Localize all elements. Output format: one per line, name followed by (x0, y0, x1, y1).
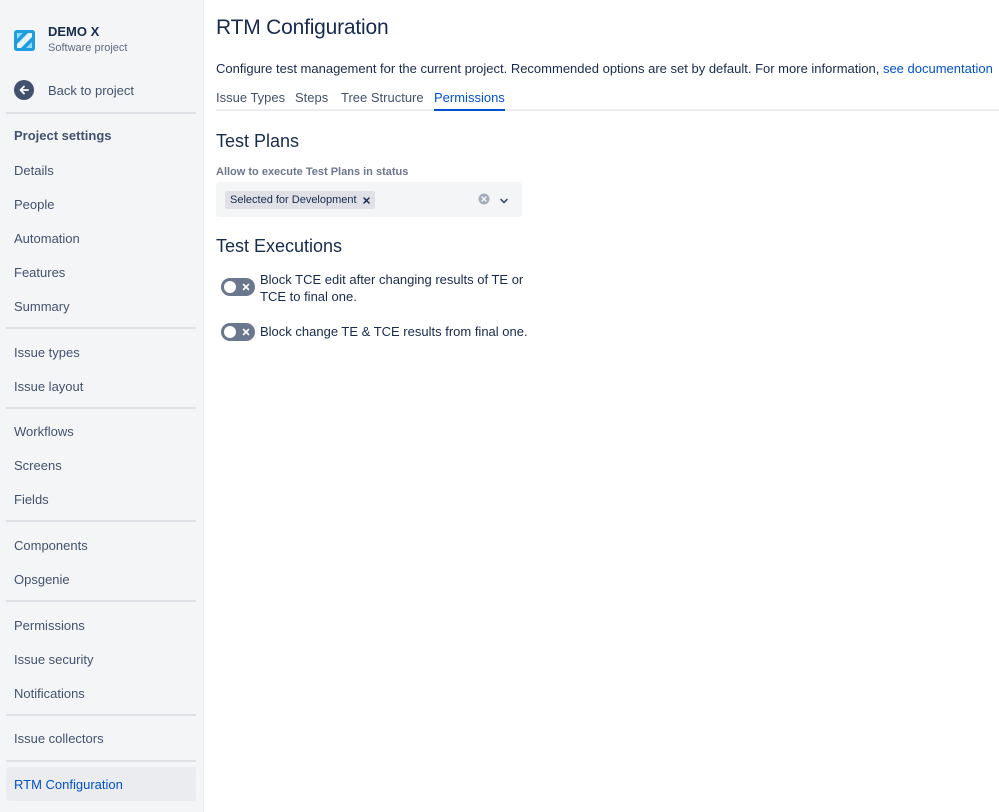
sidebar-item-rtm-configuration[interactable]: RTM Configuration (6, 767, 196, 801)
sidebar: DEMO X Software project Back to project … (0, 0, 204, 812)
sidebar-item-summary[interactable]: Summary (6, 289, 196, 323)
toggle-knob (224, 326, 236, 338)
tab-tree-structure[interactable]: Tree Structure (341, 90, 424, 109)
close-icon (242, 283, 250, 291)
sidebar-divider (6, 407, 196, 409)
sidebar-item-issue-security[interactable]: Issue security (6, 642, 196, 676)
sidebar-item-issue-layout[interactable]: Issue layout (6, 369, 196, 403)
sidebar-item-automation[interactable]: Automation (6, 221, 196, 255)
page-description: Configure test management for the curren… (216, 61, 993, 76)
sidebar-divider (6, 327, 196, 329)
sidebar-divider (6, 112, 196, 114)
toggle-row-block-results-change: Block change TE & TCE results from final… (221, 323, 560, 341)
selected-status-tag: Selected for Development (225, 191, 375, 209)
block-results-change-label: Block change TE & TCE results from final… (260, 324, 528, 339)
selected-status-tag-label: Selected for Development (230, 194, 357, 206)
close-icon (242, 328, 250, 336)
sidebar-item-opsgenie[interactable]: Opsgenie (6, 562, 196, 596)
sidebar-item-notifications[interactable]: Notifications (6, 676, 196, 710)
back-to-project-label: Back to project (48, 82, 134, 98)
sidebar-item-details[interactable]: Details (6, 153, 196, 187)
tab-bar: Issue Types Steps Tree Structure Permiss… (216, 88, 999, 111)
sidebar-item-features[interactable]: Features (6, 255, 196, 289)
project-logo-icon (14, 30, 35, 51)
sidebar-item-people[interactable]: People (6, 187, 196, 221)
test-plans-status-label: Allow to execute Test Plans in status (216, 166, 409, 178)
tab-permissions[interactable]: Permissions (434, 90, 505, 111)
block-tce-edit-toggle[interactable] (221, 278, 255, 296)
sidebar-divider (6, 600, 196, 602)
page-title: RTM Configuration (216, 16, 389, 39)
back-to-project-link[interactable]: Back to project (14, 80, 134, 100)
block-tce-edit-label: Block TCE edit after changing results of… (260, 272, 524, 304)
sidebar-divider (6, 760, 196, 762)
test-executions-heading: Test Executions (216, 236, 343, 256)
tab-steps[interactable]: Steps (295, 90, 328, 109)
project-header: DEMO X Software project (14, 24, 127, 56)
sidebar-item-permissions[interactable]: Permissions (6, 608, 196, 642)
sidebar-item-workflows[interactable]: Workflows (6, 414, 196, 448)
sidebar-item-issue-collectors[interactable]: Issue collectors (6, 721, 196, 755)
block-results-change-toggle[interactable] (221, 323, 255, 341)
toggle-row-block-tce-edit: Block TCE edit after changing results of… (221, 271, 525, 305)
test-plans-status-select[interactable]: Selected for Development (216, 182, 522, 217)
sidebar-item-screens[interactable]: Screens (6, 448, 196, 482)
tab-issue-types[interactable]: Issue Types (216, 90, 285, 109)
sidebar-divider (6, 520, 196, 522)
description-text: Configure test management for the curren… (216, 61, 883, 76)
chevron-down-icon[interactable] (499, 194, 509, 204)
sidebar-divider (6, 714, 196, 716)
see-documentation-link[interactable]: see documentation (883, 61, 993, 76)
main-content: RTM Configuration Configure test managem… (205, 0, 999, 812)
clear-icon[interactable] (478, 193, 490, 205)
arrow-left-icon (14, 80, 34, 100)
close-icon[interactable] (363, 196, 371, 204)
sidebar-item-components[interactable]: Components (6, 528, 196, 562)
sidebar-section-title: Project settings (14, 128, 112, 143)
sidebar-item-issue-types[interactable]: Issue types (6, 335, 196, 369)
toggle-knob (224, 281, 236, 293)
project-name: DEMO X (48, 24, 100, 39)
project-type: Software project (48, 42, 128, 54)
sidebar-item-fields[interactable]: Fields (6, 482, 196, 516)
test-plans-heading: Test Plans (216, 131, 300, 151)
